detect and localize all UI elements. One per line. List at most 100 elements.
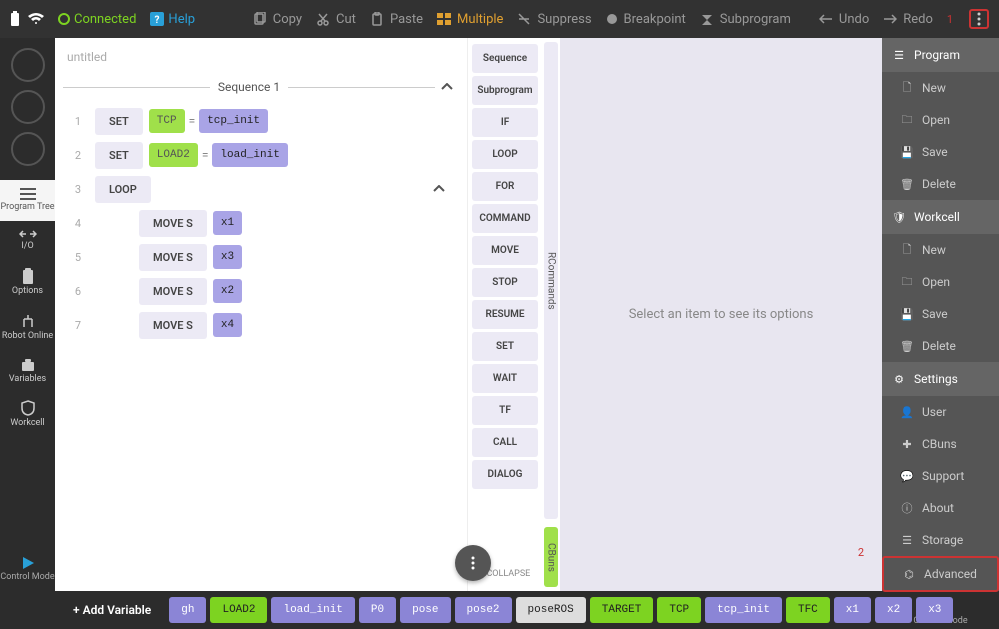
- breakpoint-button[interactable]: Breakpoint: [606, 12, 686, 27]
- menu-storage[interactable]: ☰Storage: [882, 524, 999, 556]
- left-sidebar: Program Tree I/O Options Robot Online Va…: [0, 38, 55, 591]
- menu-workcell-header[interactable]: 🛡Workcell: [882, 200, 999, 234]
- robot-online-tab[interactable]: Robot Online: [0, 305, 55, 350]
- command-palette: Sequence Subprogram IF LOOP FOR COMMAND …: [467, 38, 542, 591]
- connected-icon: [58, 13, 70, 25]
- chevron-up-icon[interactable]: [427, 185, 451, 193]
- menu-workcell-new[interactable]: 🗋New: [882, 234, 999, 266]
- menu-settings-header[interactable]: ⚙Settings: [882, 362, 999, 396]
- add-variable-button[interactable]: + Add Variable: [59, 591, 165, 629]
- menu-user[interactable]: 👤User: [882, 396, 999, 428]
- code-row[interactable]: 5 MOVE S x3: [63, 240, 459, 274]
- control-mode-left[interactable]: Control Mode: [0, 548, 55, 591]
- var-chip[interactable]: gh: [169, 597, 206, 623]
- options-tab[interactable]: Options: [0, 260, 55, 305]
- menu-cbuns[interactable]: ✚CBuns: [882, 428, 999, 460]
- play-icon: [21, 556, 35, 570]
- palette-stop[interactable]: STOP: [472, 268, 538, 297]
- menu-program-new[interactable]: 🗋New: [882, 72, 999, 104]
- arg-chip: x2: [213, 279, 242, 303]
- file-icon: 🗋: [900, 243, 914, 257]
- fab-button[interactable]: [455, 545, 491, 581]
- code-row[interactable]: 6 MOVE S x2: [63, 274, 459, 308]
- menu-program-open[interactable]: 🗀Open: [882, 104, 999, 136]
- menu-advanced[interactable]: ⌬Advanced: [882, 556, 999, 592]
- cbuns-tab[interactable]: CBuns: [544, 527, 558, 587]
- menu-workcell-open[interactable]: 🗀Open: [882, 266, 999, 298]
- var-chip[interactable]: tcp_init: [705, 597, 782, 623]
- robot-icon: [20, 313, 36, 329]
- variable-chip: LOAD2: [149, 143, 198, 167]
- palette-command[interactable]: COMMAND: [472, 204, 538, 233]
- chevron-up-icon[interactable]: [435, 83, 459, 91]
- palette-dialog[interactable]: DIALOG: [472, 460, 538, 489]
- code-row[interactable]: 7 MOVE S x4: [63, 308, 459, 342]
- io-icon: [19, 229, 37, 239]
- menu-program-delete[interactable]: 🗑Delete: [882, 168, 999, 200]
- redo-button[interactable]: Redo: [883, 12, 933, 27]
- code-row[interactable]: 1 SET TCP = tcp_init: [63, 104, 459, 138]
- status-circle-3[interactable]: [11, 132, 45, 166]
- palette-loop[interactable]: LOOP: [472, 140, 538, 169]
- palette-set[interactable]: SET: [472, 332, 538, 361]
- variables-tab[interactable]: Variables: [0, 350, 55, 393]
- paste-button[interactable]: Paste: [370, 12, 423, 27]
- help-button[interactable]: ? Help: [150, 12, 195, 27]
- cut-button[interactable]: Cut: [316, 12, 356, 27]
- rcommands-tab[interactable]: RCommands: [544, 42, 558, 519]
- suppress-button[interactable]: Suppress: [517, 12, 591, 27]
- workcell-tab[interactable]: Workcell: [0, 392, 55, 437]
- folder-icon: 🗀: [900, 113, 914, 127]
- var-chip[interactable]: load_init: [271, 597, 354, 623]
- var-chip[interactable]: x2: [875, 597, 912, 623]
- var-chip[interactable]: P0: [359, 597, 396, 623]
- multiple-button[interactable]: Multiple: [437, 12, 503, 27]
- undo-icon: [819, 14, 833, 24]
- menu-support[interactable]: 💬Support: [882, 460, 999, 492]
- palette-if[interactable]: IF: [472, 108, 538, 137]
- code-row[interactable]: 3 LOOP: [63, 172, 459, 206]
- var-chip[interactable]: x3: [916, 597, 953, 623]
- var-chip[interactable]: TFC: [786, 597, 830, 623]
- save-icon: 💾: [900, 307, 914, 321]
- kebab-icon: [977, 12, 981, 26]
- status-circle-2[interactable]: [11, 90, 45, 124]
- var-chip[interactable]: pose: [400, 597, 450, 623]
- code-row[interactable]: 2 SET LOAD2 = load_init: [63, 138, 459, 172]
- menu-program-save[interactable]: 💾Save: [882, 136, 999, 168]
- var-chip[interactable]: LOAD2: [210, 597, 267, 623]
- var-chip[interactable]: pose2: [455, 597, 512, 623]
- palette-resume[interactable]: RESUME: [472, 300, 538, 329]
- sequence-header[interactable]: Sequence 1: [63, 80, 459, 94]
- info-icon: ⓘ: [900, 501, 914, 515]
- program-editor: untitled Sequence 1 1 SET TCP = tcp_init…: [55, 38, 560, 591]
- gear-icon: ⚙: [892, 372, 906, 386]
- copy-button[interactable]: Copy: [253, 12, 302, 27]
- palette-tf[interactable]: TF: [472, 396, 538, 425]
- var-chip[interactable]: TARGET: [590, 597, 654, 623]
- var-chip[interactable]: x1: [834, 597, 871, 623]
- clipboard-icon: [21, 268, 35, 284]
- menu-program-header[interactable]: ☰Program: [882, 38, 999, 72]
- palette-subprogram[interactable]: Subprogram: [472, 76, 538, 105]
- callout-2-label: 2: [858, 546, 864, 559]
- palette-move[interactable]: MOVE: [472, 236, 538, 265]
- palette-call[interactable]: CALL: [472, 428, 538, 457]
- palette-sequence[interactable]: Sequence: [472, 44, 538, 73]
- menu-workcell-delete[interactable]: 🗑Delete: [882, 330, 999, 362]
- var-chip[interactable]: TCP: [657, 597, 701, 623]
- code-row[interactable]: 4 MOVE S x1: [63, 206, 459, 240]
- cut-icon: [316, 12, 330, 26]
- program-tree-tab[interactable]: Program Tree: [0, 180, 55, 221]
- shield-icon: 🛡: [892, 210, 906, 224]
- undo-button[interactable]: Undo: [819, 12, 869, 27]
- status-circle-1[interactable]: [11, 48, 45, 82]
- menu-workcell-save[interactable]: 💾Save: [882, 298, 999, 330]
- menu-about[interactable]: ⓘAbout: [882, 492, 999, 524]
- palette-for[interactable]: FOR: [472, 172, 538, 201]
- palette-wait[interactable]: WAIT: [472, 364, 538, 393]
- var-chip[interactable]: poseROS: [516, 597, 586, 623]
- more-menu-button[interactable]: [969, 9, 989, 29]
- subprogram-button[interactable]: Subprogram: [700, 12, 791, 27]
- io-tab[interactable]: I/O: [0, 221, 55, 260]
